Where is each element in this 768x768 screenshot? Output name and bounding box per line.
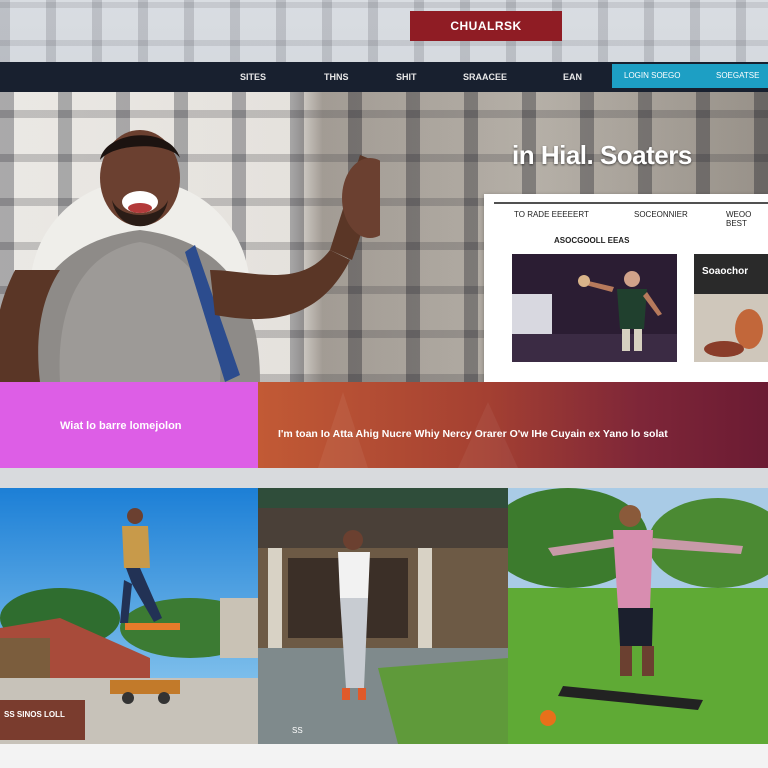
nav-link-ean[interactable]: EAN [563, 62, 582, 92]
nav-utility-search[interactable]: SOEGATSE [716, 64, 759, 88]
page-bottom-margin [0, 744, 768, 768]
card-header-left[interactable]: TO RADE EEEEERT [514, 210, 589, 219]
promo-band-pattern [318, 392, 518, 468]
promo-band-right[interactable]: I'm toan Io Atta Ahig Nucre Whiy Nercy O… [258, 382, 768, 468]
photo-man-portico[interactable]: SS [258, 488, 508, 744]
photo-man-field[interactable] [508, 488, 768, 744]
nav-link-sraacee[interactable]: SRAACEE [463, 62, 507, 92]
site-logo[interactable]: CHUALRSK [410, 11, 562, 41]
nav-utility-bar: LOGIN SOEGO SOEGATSE [612, 64, 768, 88]
card-subtitle: ASOCGOOLL EEAS [554, 236, 630, 245]
card-thumbnail-label: Soaochor [702, 266, 749, 277]
promo-band-left[interactable]: Wiat lo barre lomejolon [0, 382, 258, 468]
photo-skater-campus[interactable]: SS SINOS LOLL [0, 488, 258, 744]
card-thumbnail-skater[interactable] [512, 254, 677, 362]
featured-card[interactable]: TO RADE EEEEERT SOCEONNIER WEOO BEST ASO… [484, 194, 768, 384]
nav-link-sites[interactable]: SITES [240, 62, 266, 92]
promo-right-text: I'm toan Io Atta Ahig Nucre Whiy Nercy O… [278, 428, 668, 440]
card-rule [494, 202, 768, 204]
card-thumbnail-second[interactable]: Soaochor [694, 254, 768, 362]
nav-link-thns[interactable]: THNS [324, 62, 349, 92]
promo-left-text: Wiat lo barre lomejolon [60, 420, 182, 432]
hero-title: in Hial. Soaters [512, 140, 692, 170]
card-header-right[interactable]: WEOO BEST [726, 210, 768, 228]
nav-link-shit[interactable]: SHIT [396, 62, 417, 92]
photo-caption-mid: SS [292, 726, 303, 735]
card-header-mid[interactable]: SOCEONNIER [634, 210, 688, 219]
nav-utility-login[interactable]: LOGIN SOEGO [624, 64, 680, 88]
photo-caption-left: SS SINOS LOLL [4, 710, 65, 719]
divider-strip [0, 468, 768, 488]
hero-person-image [0, 130, 380, 382]
